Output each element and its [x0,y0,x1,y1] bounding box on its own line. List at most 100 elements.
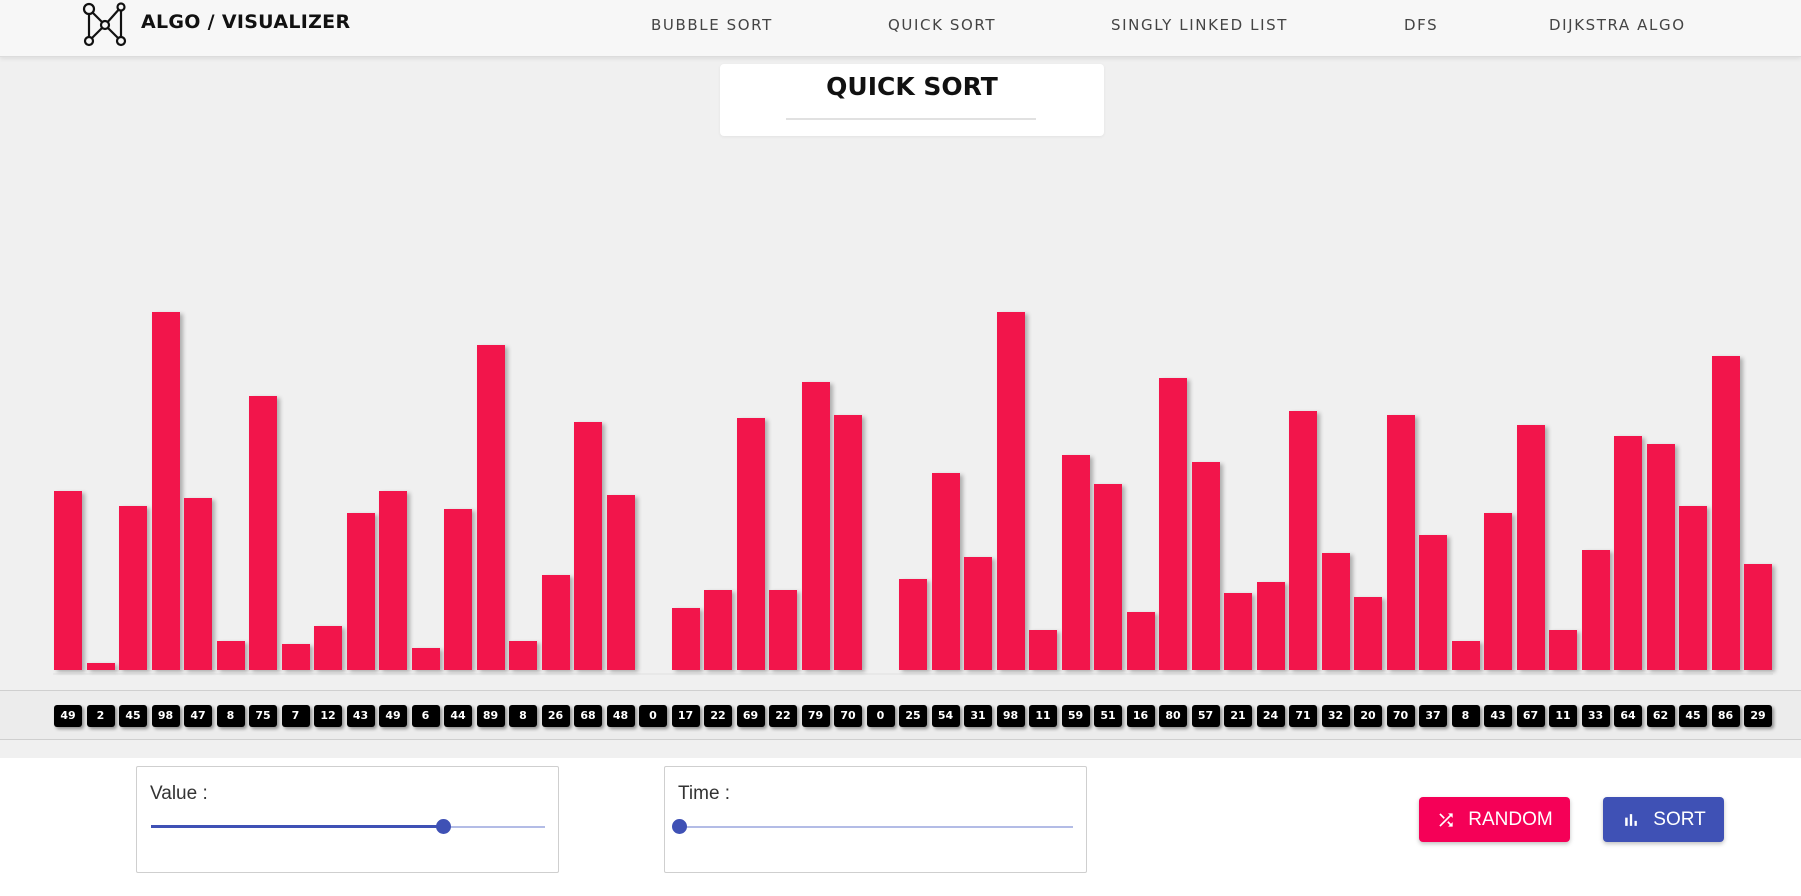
nav-quick-sort[interactable]: QUICK SORT [888,16,996,34]
array-bar [86,662,115,670]
array-bar [1419,534,1447,670]
array-bar [834,414,862,670]
array-value-chip: 43 [346,705,375,727]
time-slider-card: Time : [664,766,1087,873]
array-bar [1549,629,1577,670]
sort-button[interactable]: SORT [1603,797,1724,842]
array-bar [1581,549,1610,670]
random-button[interactable]: RANDOM [1419,797,1570,842]
graph-logo-icon[interactable] [80,0,130,50]
array-bar [1484,513,1512,670]
array-bar [1061,454,1090,670]
array-value-chip: 44 [444,705,472,727]
array-bar [1094,483,1122,670]
array-bar [1321,553,1350,670]
algorithm-title-card: QUICK SORT [720,64,1104,136]
array-bar [281,644,310,670]
array-bar [671,607,700,670]
array-value-chip: 45 [119,705,147,727]
bars-baseline [53,673,1773,675]
array-bar [931,472,960,670]
array-value-chip: 11 [1029,705,1057,727]
array-value-chip: 54 [931,705,960,727]
array-bar [1126,611,1155,670]
array-value-chip: 12 [314,705,342,727]
array-bar [574,421,602,670]
array-bar [119,505,147,670]
array-bar [509,640,537,670]
array-bar [444,509,472,670]
nav-singly-linked-list[interactable]: SINGLY LINKED LIST [1111,16,1288,34]
array-value-chip: 25 [899,705,927,727]
array-value-chip: 70 [1386,705,1415,727]
array-bar [736,418,765,670]
array-bar [1516,425,1545,670]
value-slider[interactable] [151,819,545,834]
array-bar [1224,593,1252,670]
array-bar [379,491,407,670]
bar-chart-icon [1621,810,1641,830]
array-value-chip: 43 [1484,705,1512,727]
array-bar [476,345,505,670]
array-value-chip: 62 [1646,705,1675,727]
array-value-chip: 20 [1354,705,1382,727]
value-slider-thumb[interactable] [435,819,451,834]
array-bar [1744,564,1772,670]
array-value-chip: 49 [379,705,407,727]
array-value-chip: 47 [184,705,212,727]
shuffle-icon [1436,810,1456,830]
array-value-chip: 7 [281,705,310,727]
value-slider-fill [151,825,443,828]
array-value-chip: 49 [54,705,82,727]
array-bar [704,589,732,670]
array-value-chip: 80 [1159,705,1187,727]
array-value-chip: 98 [151,705,180,727]
array-value-chip: 17 [671,705,700,727]
array-value-chip: 45 [1679,705,1707,727]
array-value-chip: 0 [866,705,895,727]
array-value-chip: 59 [1061,705,1090,727]
array-value-chip: 57 [1191,705,1220,727]
sort-button-label: SORT [1653,808,1706,830]
time-slider[interactable] [672,819,1073,834]
array-value-chip: 22 [704,705,732,727]
time-slider-thumb[interactable] [672,819,687,834]
array-value-chip: 32 [1321,705,1350,727]
array-value-chip: 67 [1516,705,1545,727]
array-bar [1289,410,1317,670]
array-value-chip: 68 [574,705,602,727]
array-bar [801,381,830,670]
nav-dfs[interactable]: DFS [1404,16,1438,34]
array-value-chip: 21 [1224,705,1252,727]
array-value-chip: 86 [1711,705,1740,727]
array-value-chip: 26 [541,705,570,727]
array-bar [769,589,797,670]
array-bar [184,498,212,670]
random-button-label: RANDOM [1468,808,1553,830]
array-values-strip: 49 2 45 98 47 8 75 7 12 43 49 6 44 89 8 26 68 48 0 17 22 69 22… [0,690,1801,740]
value-slider-label: Value : [150,783,208,804]
brand-title[interactable]: ALGO / VISUALIZER [141,11,350,33]
array-bar [1646,443,1675,670]
array-value-chip: 33 [1581,705,1610,727]
array-bar [54,491,82,670]
array-value-chip: 8 [509,705,537,727]
control-panel: Value : Time : RANDOM SORT [0,758,1801,896]
array-value-chip: 6 [411,705,440,727]
array-value-chip: 64 [1614,705,1642,727]
nav-dijkstra-algo[interactable]: DIJKSTRA ALGO [1549,16,1686,34]
array-value-chip: 8 [1451,705,1480,727]
nav-bubble-sort[interactable]: BUBBLE SORT [651,16,773,34]
array-bar [1159,378,1187,670]
array-value-chip: 51 [1094,705,1122,727]
top-nav-bar: ALGO / VISUALIZER BUBBLE SORT QUICK SORT… [0,0,1801,57]
array-value-chip: 70 [834,705,862,727]
array-bar [1614,436,1642,670]
array-value-chip: 75 [249,705,277,727]
array-bar [411,648,440,670]
time-slider-label: Time : [678,783,731,804]
array-value-chip: 16 [1126,705,1155,727]
array-bar [1451,640,1480,670]
array-bar [606,494,635,670]
array-value-chip: 69 [736,705,765,727]
